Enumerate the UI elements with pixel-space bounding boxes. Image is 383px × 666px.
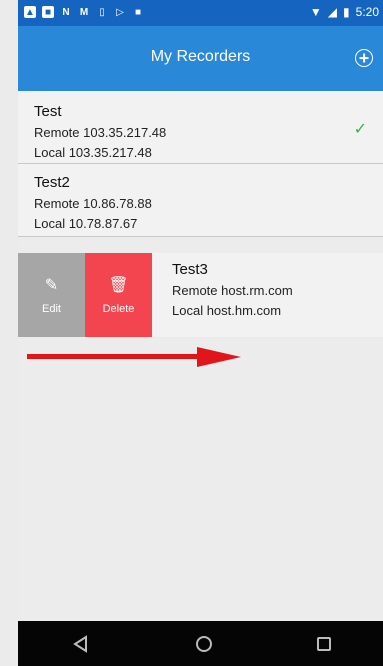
recorder-local: Local 103.35.217.48 (34, 145, 152, 160)
recorder-name: Test3 (172, 261, 208, 278)
add-recorder-button[interactable] (355, 49, 373, 67)
storage-icon: ▯ (99, 6, 105, 18)
recorder-remote: Remote host.rm.com (172, 283, 293, 298)
wifi-icon: ▼ (309, 5, 322, 19)
trash-icon: 🗑 (108, 277, 129, 294)
status-bar: ▲ ■ N M ▯ ▷ ■ ▼ ◢ ▮ 5:20 (18, 0, 383, 26)
recorder-name: Test2 (34, 174, 70, 191)
back-icon[interactable] (71, 634, 91, 654)
page-title: My Recorders (150, 48, 251, 65)
video-icon: ■ (134, 6, 142, 18)
navigation-bar (18, 621, 383, 666)
list-item[interactable]: Test2 Remote 10.86.78.88 Local 10.78.87.… (18, 164, 383, 237)
pencil-icon: ✎ (44, 277, 59, 294)
n-letter-icon: N (62, 6, 70, 18)
swiped-item-content[interactable]: Test3 Remote host.rm.com Local host.hm.c… (152, 253, 383, 337)
recorder-remote: Remote 103.35.217.48 (34, 125, 167, 140)
system-icons: ▼ ◢ ▮ 5:20 (310, 5, 379, 19)
status-time: 5:20 (355, 5, 379, 19)
home-icon[interactable] (195, 635, 212, 652)
list-item-swiped[interactable]: ✎ Edit 🗑 Delete Test3 Remote host.rm.com… (18, 237, 383, 337)
play-icon: ▷ (116, 6, 124, 18)
edit-label: Edit (42, 303, 61, 315)
recorder-local: Local 10.78.87.67 (34, 216, 138, 231)
edit-button[interactable]: ✎ Edit (18, 253, 85, 337)
recorder-remote: Remote 10.86.78.88 (34, 196, 152, 211)
battery-icon: ▮ (343, 5, 350, 19)
swipe-actions: ✎ Edit 🗑 Delete (18, 253, 152, 337)
app-bar: My Recorders (18, 26, 383, 91)
m-icon: M (79, 6, 89, 18)
swipe-direction-arrow (27, 347, 241, 367)
notification-icons: ▲ ■ N M ▯ ▷ ■ (24, 6, 144, 18)
recorder-name: Test (34, 103, 62, 120)
list-item[interactable]: Test Remote 103.35.217.48 Local 103.35.2… (18, 91, 383, 164)
signal-icon: ◢ (327, 5, 338, 19)
recents-icon[interactable] (316, 636, 331, 651)
delete-label: Delete (102, 303, 135, 315)
recorder-local: Local host.hm.com (172, 303, 282, 318)
gallery-icon: ▲ (24, 6, 36, 18)
n-letter-icon: ■ (42, 6, 54, 18)
check-icon: ✓ (353, 121, 367, 138)
delete-button[interactable]: 🗑 Delete (85, 253, 152, 337)
